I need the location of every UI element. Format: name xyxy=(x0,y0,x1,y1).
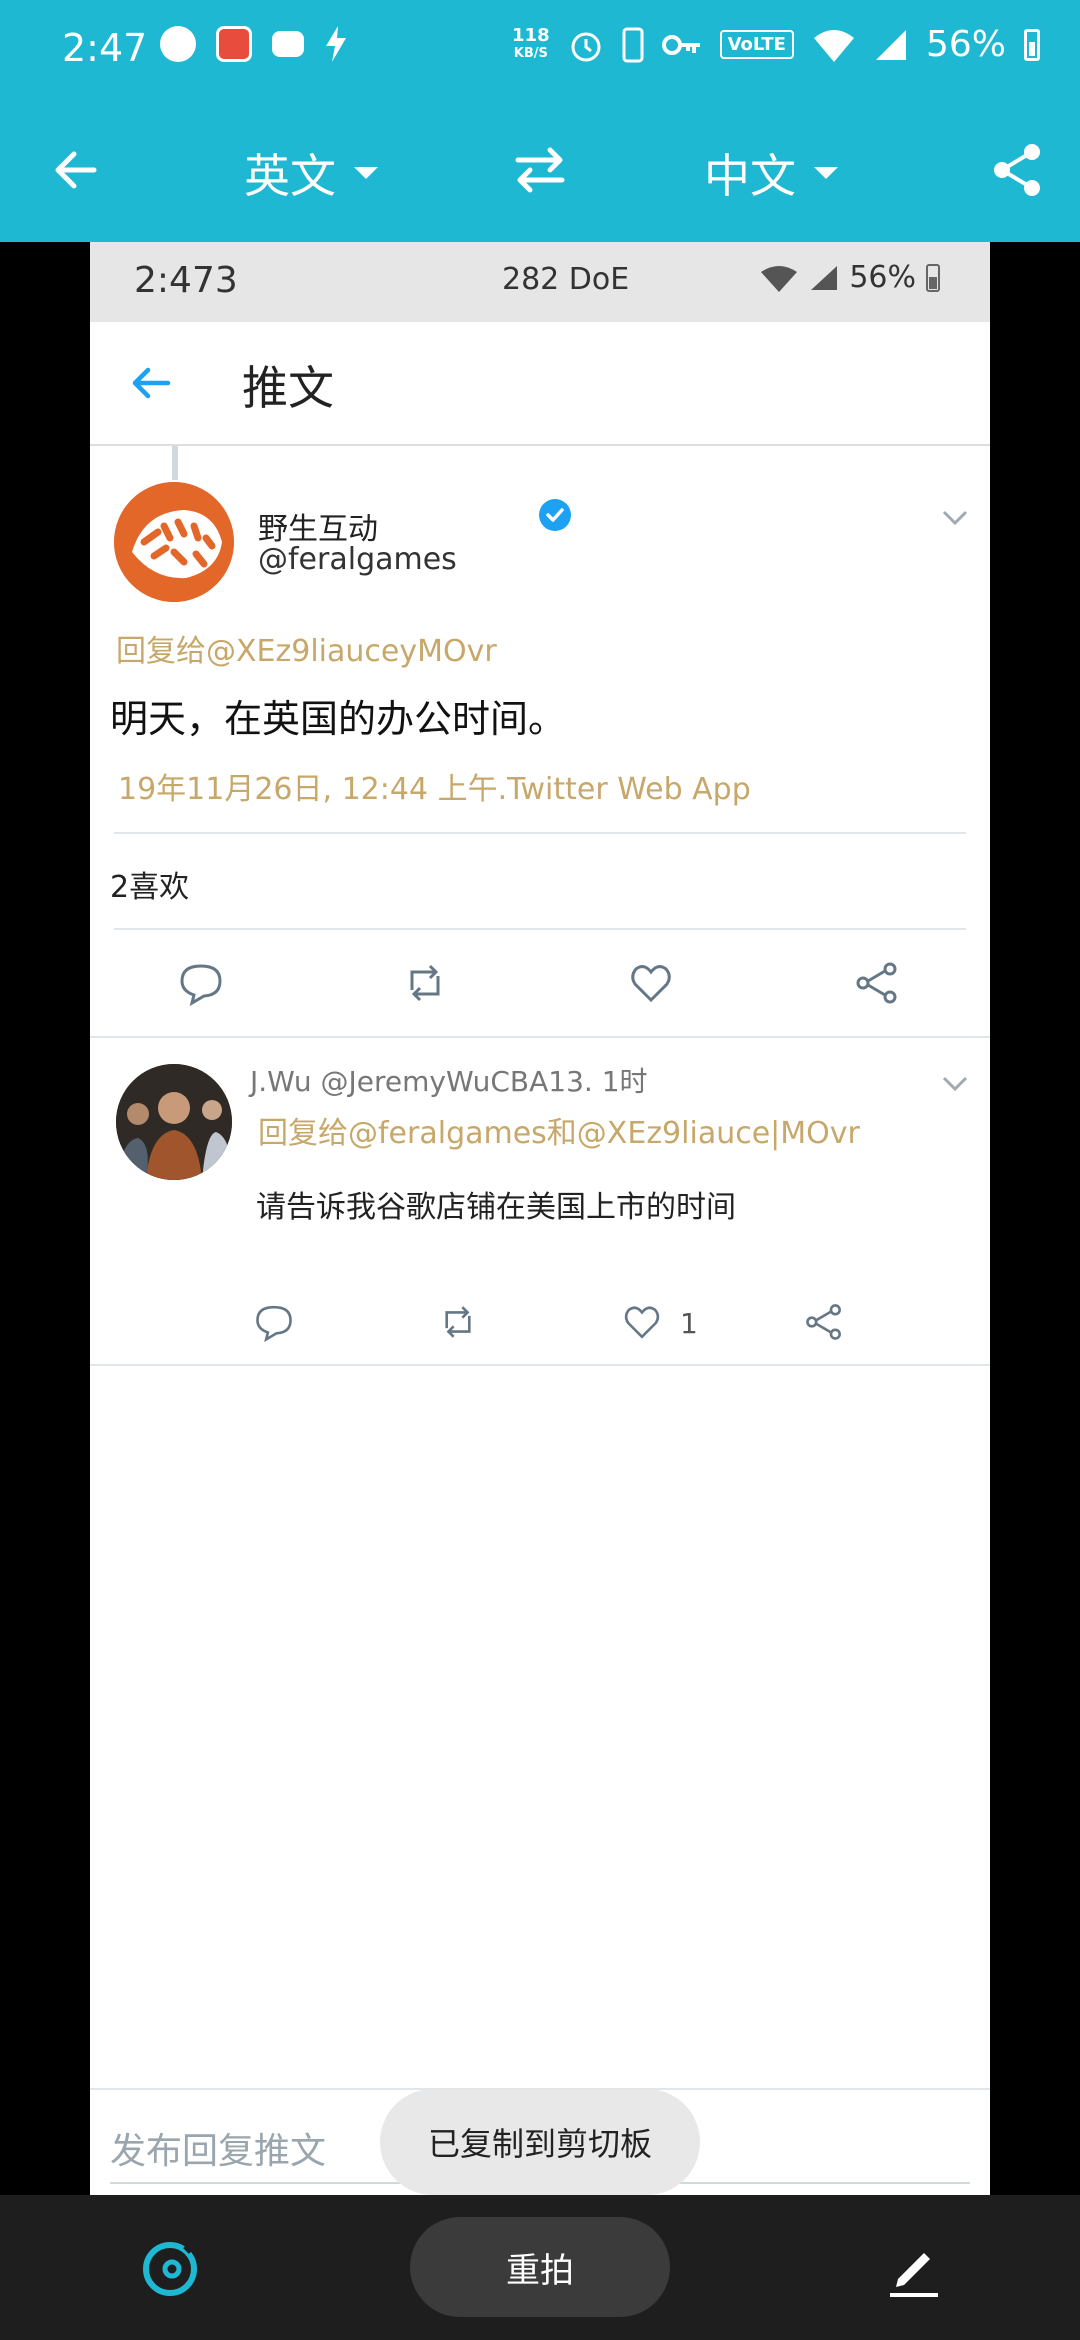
chevron-down-icon[interactable] xyxy=(938,506,972,530)
vpn-key-icon xyxy=(661,34,700,55)
chevron-down-icon xyxy=(354,167,378,179)
share-icon[interactable] xyxy=(990,142,1046,198)
battery-icon xyxy=(1024,28,1040,61)
target-language-dropdown[interactable]: 中文 xyxy=(704,140,838,206)
divider xyxy=(114,928,966,930)
target-language-label: 中文 xyxy=(704,149,796,203)
inner-battery-percent: 56% xyxy=(849,260,916,295)
tweet-text: 明天，在英国的办公时间。 xyxy=(110,697,567,741)
like-icon[interactable] xyxy=(622,1302,662,1342)
toast-message: 已复制到剪切板 xyxy=(380,2089,700,2195)
user-photo xyxy=(116,1064,232,1180)
reply-text: 请告诉我谷歌店铺在美国上市的时间 xyxy=(256,1190,736,1225)
reply-to-link[interactable]: 回复给@XEz9liauceyMOvr xyxy=(116,626,497,670)
source-language-label: 英文 xyxy=(244,149,336,203)
status-right: 118 KB/S VoLTE 56% xyxy=(512,24,1040,65)
back-arrow-icon[interactable] xyxy=(50,144,102,196)
volte-badge: VoLTE xyxy=(719,30,794,59)
reply-to-link[interactable]: 回复给@feralgames和@XEz9liauce|MOvr xyxy=(258,1108,860,1152)
tweet-appbar: 推文 xyxy=(90,322,990,446)
retake-label: 重拍 xyxy=(506,2250,574,2291)
phone-icon xyxy=(622,27,644,62)
system-status-bar: 2:47 118 KB/S VoLTE 56% xyxy=(0,0,1080,100)
translator-header: 2:47 118 KB/S VoLTE 56% 英文 中文 xyxy=(0,0,1080,242)
source-language-dropdown[interactable]: 英文 xyxy=(244,140,378,206)
chevron-down-icon xyxy=(814,167,838,179)
toast-text: 已复制到剪切板 xyxy=(427,2125,652,2163)
signal-icon xyxy=(811,265,838,290)
chevron-down-icon[interactable] xyxy=(938,1072,972,1096)
translated-screenshot: 2:473 282 DoE 56% 推文 野生互动 @feralgames 回复… xyxy=(90,242,990,2195)
lens-icon[interactable] xyxy=(140,2239,200,2299)
retake-button[interactable]: 重拍 xyxy=(410,2217,670,2317)
retweet-icon[interactable] xyxy=(438,1302,478,1342)
divider xyxy=(114,832,966,834)
net-speed-unit: KB/S xyxy=(513,45,548,61)
like-icon[interactable] xyxy=(628,960,674,1006)
likes-count[interactable]: 2喜欢 xyxy=(110,862,189,906)
notification-icons xyxy=(160,26,348,62)
flash-icon xyxy=(326,26,346,62)
feral-logo-icon xyxy=(114,482,234,602)
net-speed: 118 KB/S xyxy=(512,24,550,63)
net-speed-value: 118 xyxy=(512,24,550,46)
inner-status-center: 282 DoE xyxy=(502,262,630,297)
back-arrow-icon[interactable] xyxy=(126,358,176,408)
edit-pencil-icon[interactable] xyxy=(884,2239,944,2299)
wifi-icon xyxy=(761,265,798,292)
wifi-icon xyxy=(813,29,854,62)
verified-badge-icon xyxy=(539,499,571,531)
tweet-meta: 19年11月26日, 12:44 上午.Twitter Web App xyxy=(118,772,751,807)
reply-author-header[interactable]: J.Wu @JeremyWuCBA13. 1时 xyxy=(250,1060,648,1100)
alarm-icon xyxy=(571,32,601,61)
battery-icon xyxy=(926,263,940,292)
divider xyxy=(90,1364,990,1366)
bottom-toolbar: 重拍 xyxy=(0,2195,1080,2340)
app-notification-icon xyxy=(216,26,252,62)
avatar[interactable] xyxy=(114,482,234,602)
reply-like-count: 1 xyxy=(680,1307,698,1340)
retweet-icon[interactable] xyxy=(402,960,448,1006)
author-handle[interactable]: @feralgames xyxy=(258,542,457,577)
status-time: 2:47 xyxy=(62,26,148,70)
reply-icon[interactable] xyxy=(254,1302,294,1342)
translate-toolbar: 英文 中文 xyxy=(0,120,1080,220)
thread-line xyxy=(172,446,178,480)
inner-status-bar: 2:473 282 DoE 56% xyxy=(90,242,990,322)
page-title: 推文 xyxy=(242,361,334,415)
share-icon[interactable] xyxy=(804,1302,844,1342)
image-notification-icon xyxy=(272,31,304,57)
reply-icon[interactable] xyxy=(178,960,224,1006)
avatar[interactable] xyxy=(116,1064,232,1180)
reply-compose-input[interactable]: 发布回复推文 xyxy=(110,2122,326,2174)
divider xyxy=(90,1036,990,1038)
chat-notification-icon xyxy=(160,26,196,62)
share-icon[interactable] xyxy=(854,960,900,1006)
inner-status-right: 56% xyxy=(759,260,940,295)
swap-languages-icon[interactable] xyxy=(510,144,570,196)
inner-status-time: 2:473 xyxy=(134,260,238,301)
signal-icon xyxy=(875,29,906,60)
battery-percent: 56% xyxy=(925,24,1006,65)
